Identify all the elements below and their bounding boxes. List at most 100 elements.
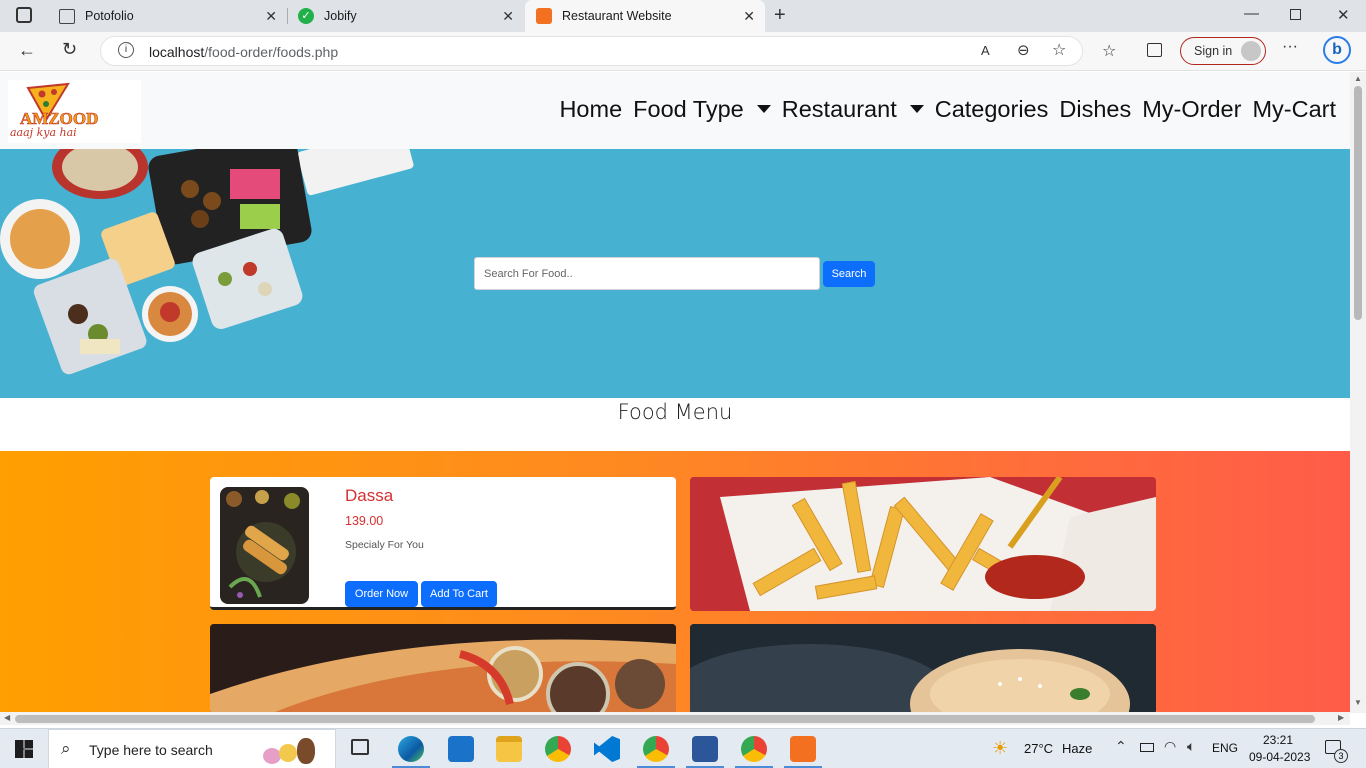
url-bar[interactable]: i localhost/food-order/foods.php A ⊖ ☆: [100, 36, 1083, 66]
pizza-logo-icon: AMZOOD aaaj kya hai: [10, 82, 99, 139]
chevron-up-icon[interactable]: ⌃: [1115, 738, 1127, 755]
file-explorer-icon[interactable]: [496, 736, 522, 762]
url-path: /food-order/foods.php: [204, 44, 339, 60]
tab-jobify[interactable]: ✓ Jobify ✕: [288, 0, 524, 32]
nav-restaurant-dropdown[interactable]: Restaurant: [782, 96, 924, 123]
weather-icon[interactable]: ☀: [992, 738, 1008, 759]
food-photo: [226, 490, 300, 598]
collections-icon[interactable]: [1147, 43, 1162, 57]
sign-in-label: Sign in: [1194, 44, 1233, 58]
url-host: localhost: [149, 44, 205, 60]
food-card-dumpling-image[interactable]: [690, 624, 1156, 712]
search-icon: ⌕: [61, 739, 71, 758]
web-page: AMZOOD aaaj kya hai Home Food Type Resta…: [0, 72, 1350, 712]
food-card-fries-image[interactable]: [690, 477, 1156, 611]
search-button[interactable]: Search: [823, 261, 875, 287]
nav-restaurant-label: Restaurant: [781, 96, 897, 122]
scrollbar-thumb[interactable]: [15, 715, 1315, 723]
food-name: Dassa: [345, 486, 394, 505]
food-image[interactable]: [220, 487, 309, 604]
tab-title: Potofolio: [85, 9, 134, 23]
scroll-right-icon[interactable]: ▶: [1338, 713, 1344, 722]
word-icon[interactable]: [692, 736, 718, 762]
more-icon[interactable]: ···: [1282, 38, 1298, 56]
chrome-icon[interactable]: [545, 736, 571, 762]
scroll-down-icon[interactable]: ▼: [1354, 698, 1362, 707]
zoom-out-icon[interactable]: ⊖: [1017, 41, 1030, 59]
nav-food-type-dropdown[interactable]: Food Type: [633, 96, 771, 123]
avatar: [1241, 41, 1261, 61]
close-icon[interactable]: ✕: [502, 8, 514, 25]
nav-categories[interactable]: Categories: [935, 96, 1049, 123]
windows-start-icon[interactable]: [15, 740, 33, 758]
chrome-profile-2-icon[interactable]: [741, 736, 767, 762]
wifi-icon[interactable]: ◠: [1164, 738, 1176, 755]
vscode-icon[interactable]: [594, 736, 620, 762]
nav-home[interactable]: Home: [559, 96, 622, 123]
search-input[interactable]: Search For Food..: [474, 257, 820, 290]
scrollbar-thumb[interactable]: [1354, 86, 1362, 320]
food-price: 139.00: [345, 514, 384, 528]
food-menu-grid: Dassa 139.00 Specialy For You Order Now …: [0, 451, 1350, 712]
mail-icon[interactable]: [448, 736, 474, 762]
read-aloud-icon[interactable]: A: [981, 43, 990, 58]
refresh-icon[interactable]: ↻: [62, 39, 77, 60]
scroll-left-icon[interactable]: ◀: [4, 713, 10, 722]
info-icon[interactable]: i: [118, 42, 134, 58]
task-view-icon[interactable]: [351, 739, 369, 755]
restore-icon[interactable]: [1290, 9, 1301, 20]
food-search-hero: Search For Food.. Search: [0, 149, 1350, 398]
tab-actions-icon[interactable]: [16, 7, 32, 23]
xampp-icon: [536, 8, 552, 24]
check-icon: ✓: [298, 8, 314, 24]
add-to-cart-button[interactable]: Add To Cart: [421, 581, 497, 607]
add-favorite-icon[interactable]: ☆: [1052, 40, 1066, 60]
logo-tagline: aaaj kya hai: [10, 126, 77, 139]
clock-time[interactable]: 23:21: [1263, 733, 1293, 747]
close-icon[interactable]: ✕: [265, 8, 277, 25]
close-icon[interactable]: ✕: [743, 8, 755, 25]
horizontal-scrollbar[interactable]: ◀ ▶: [0, 712, 1350, 725]
taskbar-search-box[interactable]: ⌕ Type here to search: [48, 729, 336, 768]
edge-icon[interactable]: [398, 736, 424, 762]
easter-decor-icon: [263, 738, 327, 766]
weather-temp[interactable]: 27°C: [1024, 741, 1053, 756]
language-indicator[interactable]: ENG: [1212, 741, 1238, 755]
clock-date[interactable]: 09-04-2023: [1249, 750, 1310, 764]
xampp-icon[interactable]: [790, 736, 816, 762]
page-icon: [59, 8, 75, 24]
sign-in-button[interactable]: Sign in: [1180, 37, 1266, 65]
battery-icon[interactable]: [1140, 743, 1154, 752]
fries-photo: [690, 477, 1156, 611]
volume-icon[interactable]: 🔈︎: [1187, 738, 1195, 755]
nav-my-order[interactable]: My-Order: [1142, 96, 1241, 123]
order-now-label: Order Now: [354, 588, 409, 600]
vertical-scrollbar[interactable]: ▲ ▼: [1350, 72, 1366, 713]
pizza-photo: [210, 624, 676, 712]
back-icon[interactable]: ←: [18, 40, 36, 61]
nav-dishes[interactable]: Dishes: [1059, 96, 1131, 123]
nav-food-type-label: Food Type: [633, 96, 744, 122]
tab-restaurant-website[interactable]: Restaurant Website ✕: [525, 0, 765, 32]
address-bar-row: ← ↻ i localhost/food-order/foods.php A ⊖…: [0, 32, 1366, 71]
search-button-label: Search: [831, 268, 867, 280]
browser-tab-bar: Potofolio ✕ ✓ Jobify ✕ Restaurant Websit…: [0, 0, 1366, 32]
tab-potofolio[interactable]: Potofolio ✕: [47, 0, 287, 32]
scroll-up-icon[interactable]: ▲: [1354, 74, 1362, 83]
favorites-icon[interactable]: ☆: [1102, 41, 1116, 61]
nav-my-cart[interactable]: My-Cart: [1252, 96, 1336, 123]
close-window-icon[interactable]: ✕: [1337, 6, 1350, 24]
food-description: Specialy For You: [345, 539, 424, 551]
tab-title: Jobify: [324, 9, 357, 23]
minimize-icon[interactable]: —: [1244, 5, 1259, 22]
new-tab-icon[interactable]: +: [774, 4, 786, 27]
site-logo[interactable]: AMZOOD aaaj kya hai: [8, 80, 141, 143]
hero-food-image: [0, 149, 414, 375]
nav-links: Home Food Type Restaurant Categories Dis…: [559, 96, 1336, 123]
food-card-pizza-image[interactable]: [210, 624, 676, 712]
url-text[interactable]: localhost/food-order/foods.php: [149, 44, 338, 60]
weather-desc[interactable]: Haze: [1062, 741, 1092, 756]
chrome-profile-icon[interactable]: [643, 736, 669, 762]
bing-icon[interactable]: b: [1323, 36, 1351, 64]
order-now-button[interactable]: Order Now: [345, 581, 418, 607]
